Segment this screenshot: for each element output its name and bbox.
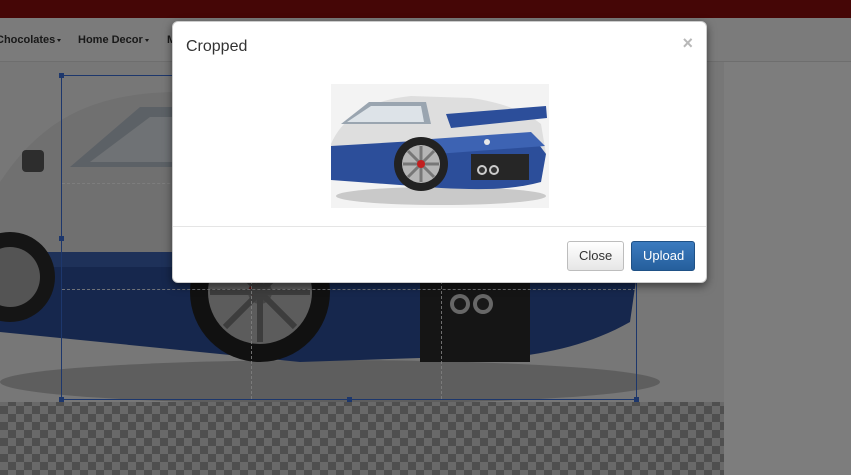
close-icon[interactable]: × — [682, 34, 693, 52]
close-button[interactable]: Close — [567, 241, 624, 271]
upload-button[interactable]: Upload — [631, 241, 695, 271]
modal-header: Cropped × — [173, 22, 706, 72]
modal-footer: Close Upload — [173, 226, 706, 284]
modal-body — [173, 72, 706, 226]
modal-title: Cropped — [186, 38, 248, 55]
cropped-modal: Cropped × Close Upload — [172, 21, 707, 283]
cropped-image-preview — [331, 84, 549, 208]
